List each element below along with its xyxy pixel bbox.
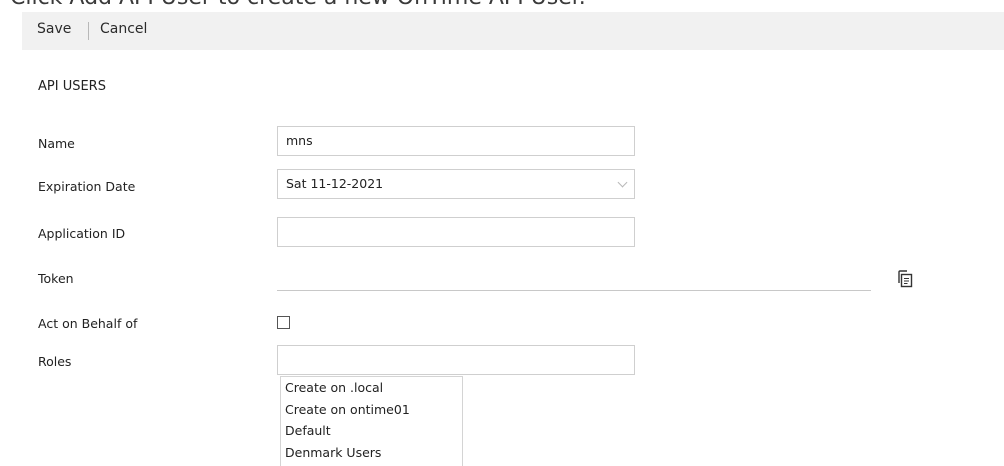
application-id-field[interactable] [277,217,635,247]
roles-option[interactable]: Create on ontime01 [281,399,462,421]
expiration-date-select[interactable]: Sat 11-12-2021 [277,169,635,199]
roles-label: Roles [38,354,72,369]
name-field[interactable]: mns [277,126,635,156]
toolbar: Save Cancel [22,12,1004,50]
roles-dropdown-list: Create on .local Create on ontime01 Defa… [280,376,463,466]
cancel-button[interactable]: Cancel [100,21,147,37]
toolbar-divider [88,22,89,40]
save-button[interactable]: Save [37,21,71,37]
api-user-editor: Click Add API User to create a new OnTim… [0,0,1004,466]
roles-option[interactable]: Default [281,420,462,442]
act-on-behalf-label: Act on Behalf of [38,316,138,331]
chevron-down-icon [617,177,628,188]
act-on-behalf-checkbox[interactable] [277,316,290,329]
application-id-label: Application ID [38,226,126,241]
roles-option[interactable]: Denmark Users [281,442,462,464]
name-label: Name [38,136,75,151]
roles-input[interactable] [277,345,635,375]
copy-icon[interactable] [896,269,914,289]
section-title: API USERS [38,79,106,94]
expiration-date-value: Sat 11-12-2021 [286,176,384,191]
expiration-date-label: Expiration Date [38,179,136,194]
roles-option[interactable]: Create on .local [281,377,462,399]
token-label: Token [38,271,74,286]
instruction-banner: Click Add API User to create a new OnTim… [10,0,586,10]
token-field[interactable] [277,290,871,291]
